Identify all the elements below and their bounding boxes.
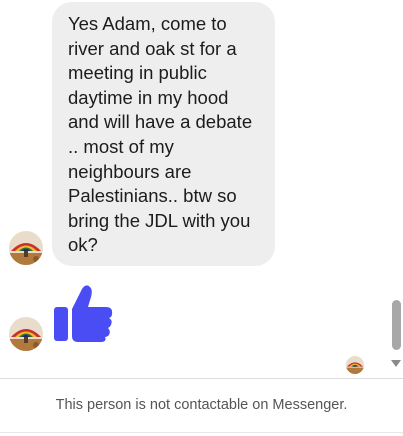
- not-contactable-notice: This person is not contactable on Messen…: [55, 397, 348, 413]
- thumbs-up-icon[interactable]: [52, 283, 114, 343]
- scrollbar-thumb[interactable]: [392, 300, 401, 350]
- scrollbar[interactable]: [390, 0, 403, 375]
- user-avatar-icon[interactable]: [9, 231, 43, 265]
- message-text: Yes Adam, come to river and oak st for a…: [68, 13, 253, 256]
- scroll-down-arrow-icon[interactable]: [391, 360, 401, 367]
- seen-avatar-icon: [346, 356, 364, 374]
- messenger-conversation: Yes Adam, come to river and oak st for a…: [0, 0, 403, 436]
- message-bubble[interactable]: Yes Adam, come to river and oak st for a…: [52, 2, 275, 266]
- message-thread: Yes Adam, come to river and oak st for a…: [0, 0, 403, 380]
- bottom-divider: [0, 432, 403, 433]
- user-avatar-icon[interactable]: [9, 317, 43, 351]
